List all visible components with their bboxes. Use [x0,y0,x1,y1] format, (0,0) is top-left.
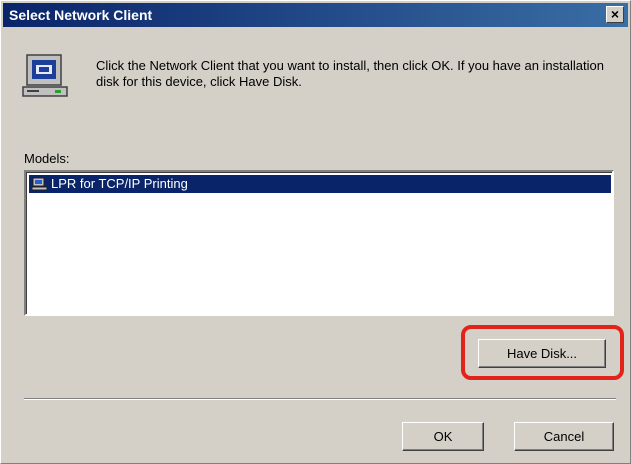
separator [24,398,616,400]
instructions-text: Click the Network Client that you want t… [96,58,604,89]
select-network-client-dialog: Select Network Client × Click the Networ… [0,0,631,464]
list-item[interactable]: LPR for TCP/IP Printing [29,175,611,193]
models-listbox[interactable]: LPR for TCP/IP Printing [24,170,614,316]
models-label-text: Models: [24,151,70,166]
close-button[interactable]: × [606,6,624,23]
list-item-label: LPR for TCP/IP Printing [51,176,188,191]
title-bar[interactable]: Select Network Client × [3,3,628,27]
ok-button[interactable]: OK [402,422,484,451]
cancel-button[interactable]: Cancel [514,422,614,451]
window-title: Select Network Client [9,7,153,23]
network-computer-icon [22,54,68,97]
network-client-icon [32,177,48,191]
models-label: Models: [24,151,70,166]
highlight-annotation [461,325,624,380]
